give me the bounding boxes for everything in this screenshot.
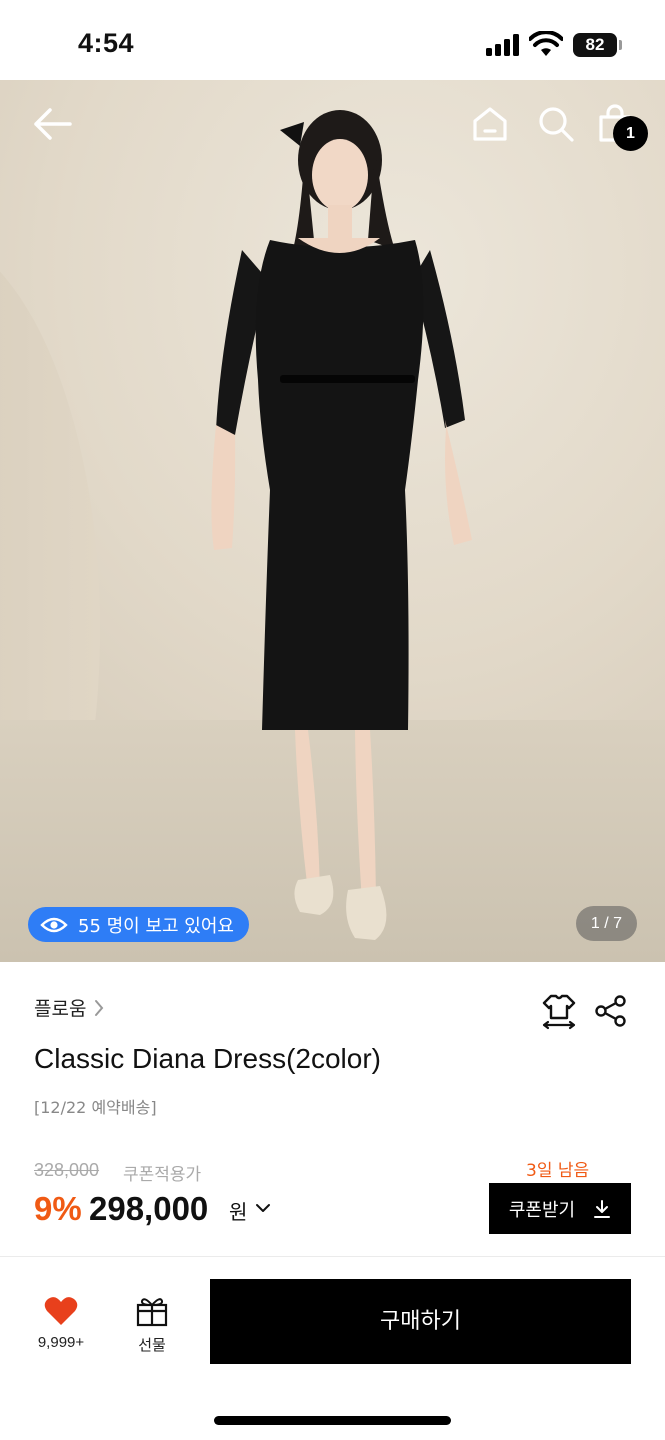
delivery-note: [12/22 예약배송]	[34, 1098, 157, 1117]
cellular-signal-icon	[486, 34, 522, 56]
gift-label[interactable]: 선물	[130, 1334, 174, 1355]
download-icon	[594, 1199, 611, 1218]
product-image-gallery[interactable]: 1 55 명이 보고 있어요 1 / 7	[0, 80, 665, 962]
coupon-price-label: 쿠폰적용가	[123, 1165, 202, 1185]
wifi-icon	[529, 31, 563, 56]
original-price: 328,000	[34, 1160, 100, 1180]
battery-indicator: 82	[573, 33, 617, 57]
home-indicator	[214, 1416, 451, 1425]
section-divider	[0, 1256, 665, 1257]
buy-button[interactable]: 구매하기	[210, 1279, 631, 1364]
back-arrow-icon[interactable]	[30, 102, 74, 146]
eye-icon	[40, 917, 68, 932]
cart-count-badge: 1	[613, 116, 648, 151]
search-icon[interactable]	[536, 104, 576, 144]
chevron-right-icon	[95, 999, 104, 1016]
discount-rate: 9%	[34, 1190, 82, 1227]
gift-icon[interactable]	[135, 1295, 169, 1327]
like-count: 9,999+	[37, 1334, 85, 1351]
home-icon[interactable]	[470, 104, 510, 144]
live-viewers-badge: 55 명이 보고 있어요	[28, 907, 249, 942]
battery-tip	[619, 40, 622, 50]
sale-price: 298,000	[89, 1190, 209, 1227]
image-counter: 1 / 7	[576, 906, 637, 941]
coupon-days-left: 3일 남음	[526, 1161, 590, 1181]
get-coupon-button[interactable]: 쿠폰받기	[489, 1183, 631, 1234]
price-detail-chevron-icon[interactable]	[255, 1200, 271, 1216]
model-in-black-dress-image	[211, 110, 472, 940]
live-viewers-text: 55 명이 보고 있어요	[78, 915, 234, 937]
heart-icon[interactable]	[44, 1296, 78, 1326]
brand-name: 플로움	[34, 998, 87, 1020]
currency-unit: 원	[229, 1200, 248, 1224]
product-title: Classic Diana Dress(2color)	[34, 1043, 381, 1074]
brand-link[interactable]: 플로움	[34, 994, 104, 1021]
get-coupon-label: 쿠폰받기	[508, 1199, 576, 1221]
status-bar: 4:54 82	[0, 0, 665, 80]
share-icon[interactable]	[594, 994, 628, 1028]
size-guide-icon[interactable]	[540, 992, 578, 1030]
status-time: 4:54	[78, 28, 135, 58]
